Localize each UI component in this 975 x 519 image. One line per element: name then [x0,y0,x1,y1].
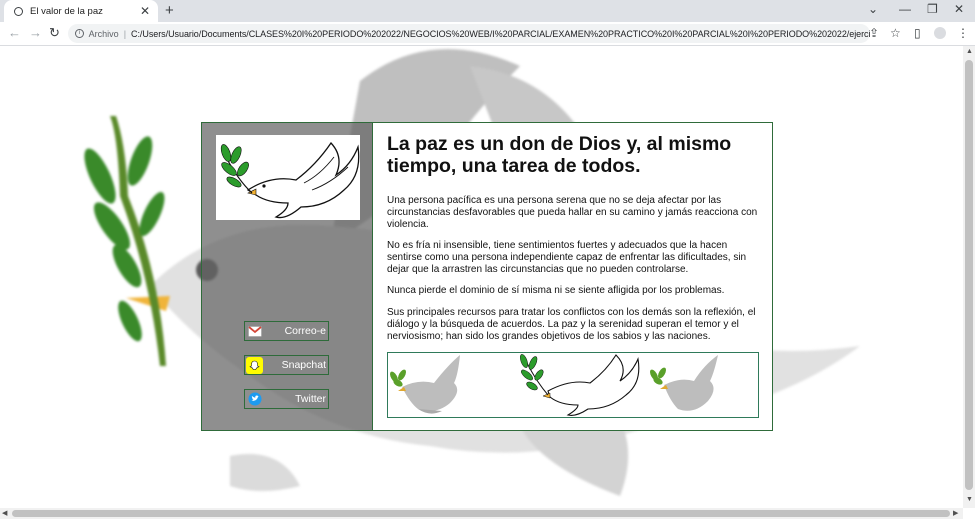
address-url[interactable]: C:/Users/Usuario/Documents/CLASES%20I%20… [131,29,870,39]
scroll-left-arrow-icon[interactable]: ◀ [2,509,7,517]
paragraph-1: Una persona pacífica es una persona sere… [387,195,758,230]
snapchat-icon [246,356,263,374]
gmail-icon [246,323,263,340]
profile-avatar-icon[interactable] [934,27,946,39]
scroll-up-arrow-icon[interactable]: ▲ [966,48,973,55]
new-tab-button[interactable]: + [165,2,174,19]
email-link-label: Correo-e [284,325,326,337]
scroll-down-arrow-icon[interactable]: ▼ [966,496,973,503]
forward-button[interactable]: → [29,25,42,40]
tab-search-icon[interactable]: ⌄ [868,2,878,16]
back-button[interactable]: ← [8,25,21,40]
info-icon[interactable]: i [75,29,84,38]
globe-icon [14,6,23,16]
address-separator: | [123,28,127,39]
bookmark-star-icon[interactable]: ☆ [890,26,901,40]
snapchat-link-label: Snapchat [281,359,326,371]
horizontal-scroll-thumb[interactable] [12,510,950,517]
address-bar[interactable]: i Archivo | C:/Users/Usuario/Documents/C… [68,24,870,43]
main-content: La paz es un don de Dios y, al mismo tie… [373,123,772,430]
paragraph-3: Nunca pierde el dominio de sí misma ni s… [387,285,725,296]
twitter-link[interactable]: Twitter [244,389,329,409]
browser-tab[interactable]: El valor de la paz ✕ [4,0,158,22]
paragraph-4: Sus principales recursos para tratar los… [387,307,756,342]
minimize-button[interactable]: — [899,2,911,16]
close-window-button[interactable]: ✕ [954,2,964,16]
doves-banner-image [387,352,759,418]
page-headline: La paz es un don de Dios y, al mismo tie… [387,133,732,177]
page-viewport: Correo-e Snapchat Twitter La paz es un d… [0,46,963,508]
restore-button[interactable]: ❐ [927,2,938,16]
email-link[interactable]: Correo-e [244,321,329,341]
tab-title: El valor de la paz [30,5,103,17]
horizontal-scrollbar[interactable]: ◀ ▶ [0,508,963,519]
share-icon[interactable]: ⇪ [869,26,879,40]
content-card: Correo-e Snapchat Twitter La paz es un d… [201,122,773,431]
scroll-right-arrow-icon[interactable]: ▶ [953,509,958,517]
left-sidebar: Correo-e Snapchat Twitter [202,123,373,430]
twitter-icon [246,391,263,408]
toolbar: ← → ↻ i Archivo | C:/Users/Usuario/Docum… [0,22,975,46]
vertical-scroll-thumb[interactable] [965,60,973,490]
close-tab-icon[interactable]: ✕ [138,4,152,18]
paragraph-2: No es fría ni insensible, tiene sentimie… [387,240,747,275]
menu-kebab-icon[interactable]: ⋮ [957,26,969,40]
reload-button[interactable]: ↻ [49,25,60,41]
vertical-scrollbar[interactable]: ▲ ▼ [963,46,975,508]
dove-hero-image [216,135,360,220]
twitter-link-label: Twitter [295,393,326,405]
snapchat-link[interactable]: Snapchat [244,355,329,375]
tab-strip: El valor de la paz ✕ + ⌄ — ❐ ✕ [0,0,975,22]
address-scheme: Archivo [88,28,119,39]
side-panel-icon[interactable]: ▯ [914,26,921,40]
